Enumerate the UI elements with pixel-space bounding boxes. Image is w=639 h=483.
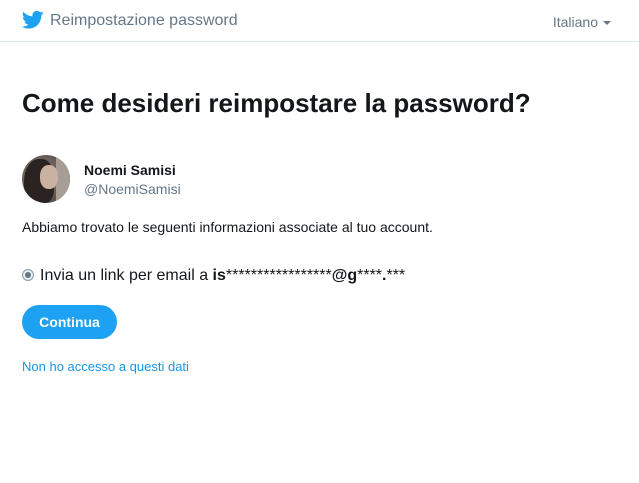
email-part-3: @g: [331, 267, 358, 284]
email-part-4: ****: [357, 267, 383, 284]
email-option-label[interactable]: Invia un link per email a is************…: [40, 266, 405, 286]
twitter-bird-icon[interactable]: [22, 10, 44, 30]
language-label: Italiano: [552, 14, 598, 30]
email-part-6: ***: [386, 267, 406, 284]
option-prefix: Invia un link per email a: [40, 267, 213, 284]
caret-down-icon: [603, 21, 611, 26]
email-part-2: *****************: [225, 267, 332, 284]
language-selector[interactable]: Italiano: [553, 13, 611, 31]
user-name: Noemi Samisi: [84, 162, 176, 178]
email-part-1: is: [212, 267, 226, 284]
info-text: Abbiamo trovato le seguenti informazioni…: [22, 219, 433, 235]
page-title: Come desideri reimpostare la password?: [22, 88, 531, 118]
user-handle: @NoemiSamisi: [84, 181, 181, 197]
email-option-radio[interactable]: [22, 269, 34, 281]
avatar: [22, 155, 70, 203]
no-access-link[interactable]: Non ho accesso a questi dati: [22, 358, 189, 375]
top-bar: Reimpostazione password Italiano: [0, 0, 639, 42]
continue-button[interactable]: Continua: [22, 305, 117, 339]
header-title: Reimpostazione password: [50, 12, 238, 29]
